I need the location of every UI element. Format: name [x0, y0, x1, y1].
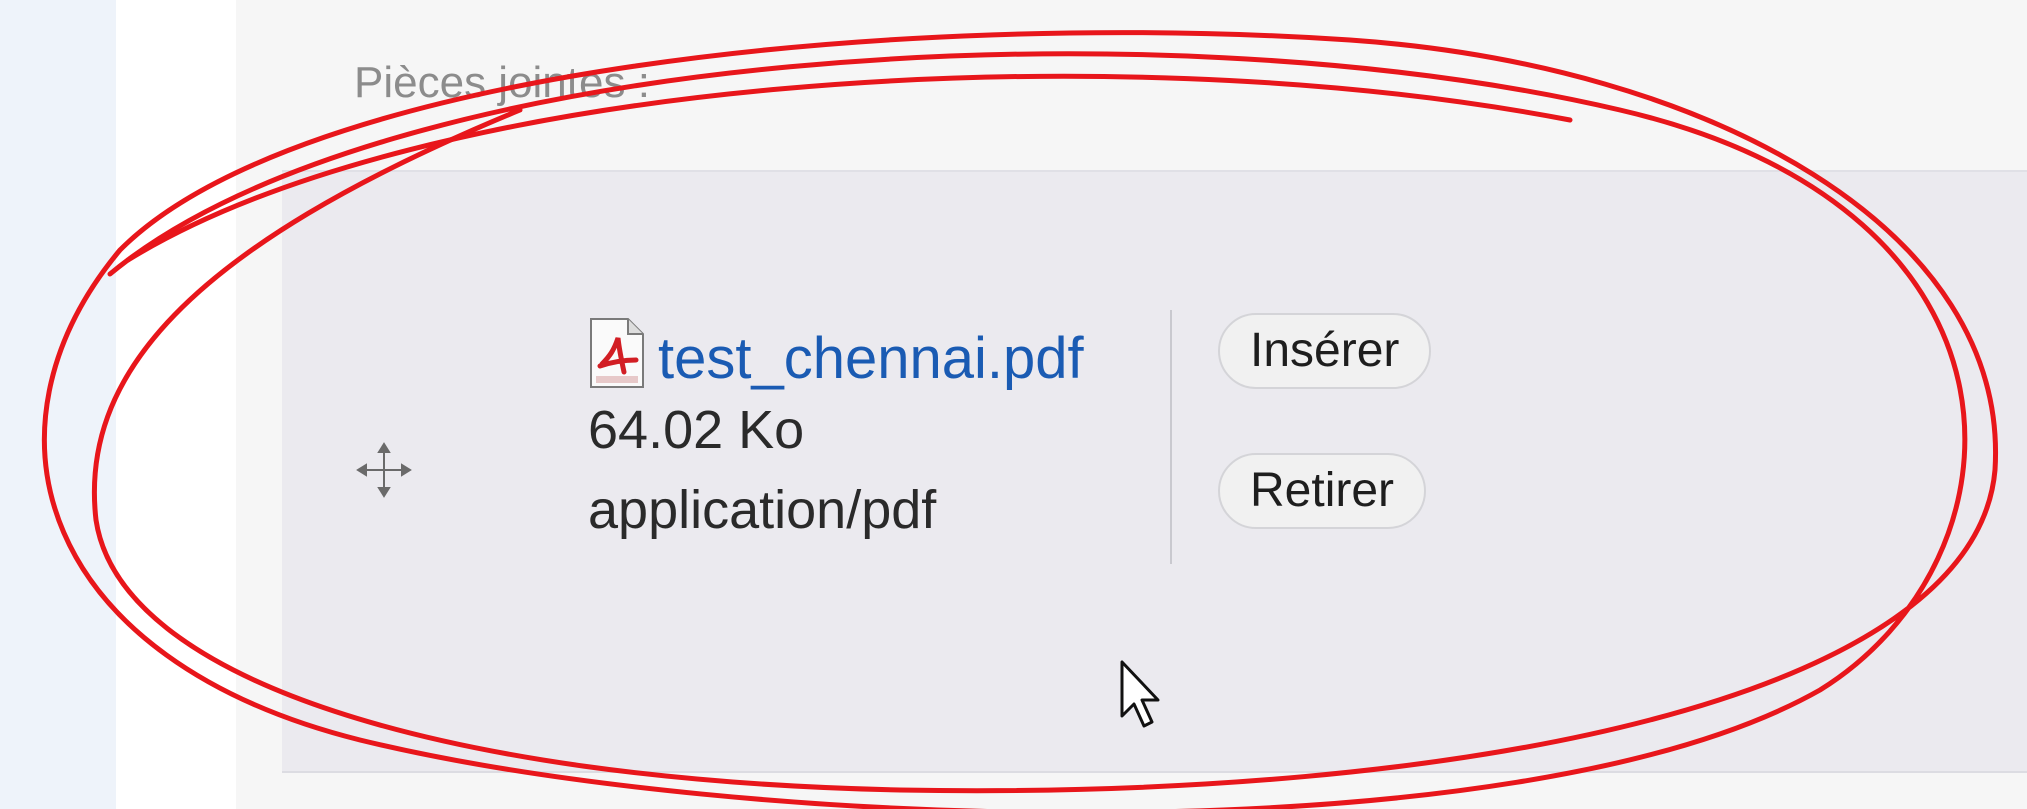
insert-button[interactable]: Insérer [1218, 313, 1432, 389]
sidebar-edge [0, 0, 116, 809]
move-arrows-icon[interactable] [356, 442, 412, 498]
file-link-row: test_chennai.pdf [588, 310, 1148, 390]
file-size: 64.02 Ko [588, 400, 805, 460]
arrow-pointer-icon [1118, 660, 1166, 732]
file-mime-type: application/pdf [588, 480, 937, 540]
remove-button[interactable]: Retirer [1218, 453, 1427, 529]
page: Pièces jointes : test_chennai.pdf 64.02 … [0, 0, 2027, 809]
file-info: test_chennai.pdf 64.02 Ko application/pd… [588, 310, 1148, 550]
vertical-divider [1170, 310, 1172, 564]
pdf-file-icon [588, 316, 646, 390]
attachment-file-link[interactable]: test_chennai.pdf [658, 330, 1084, 390]
attachments-label: Pièces jointes : [354, 58, 650, 107]
